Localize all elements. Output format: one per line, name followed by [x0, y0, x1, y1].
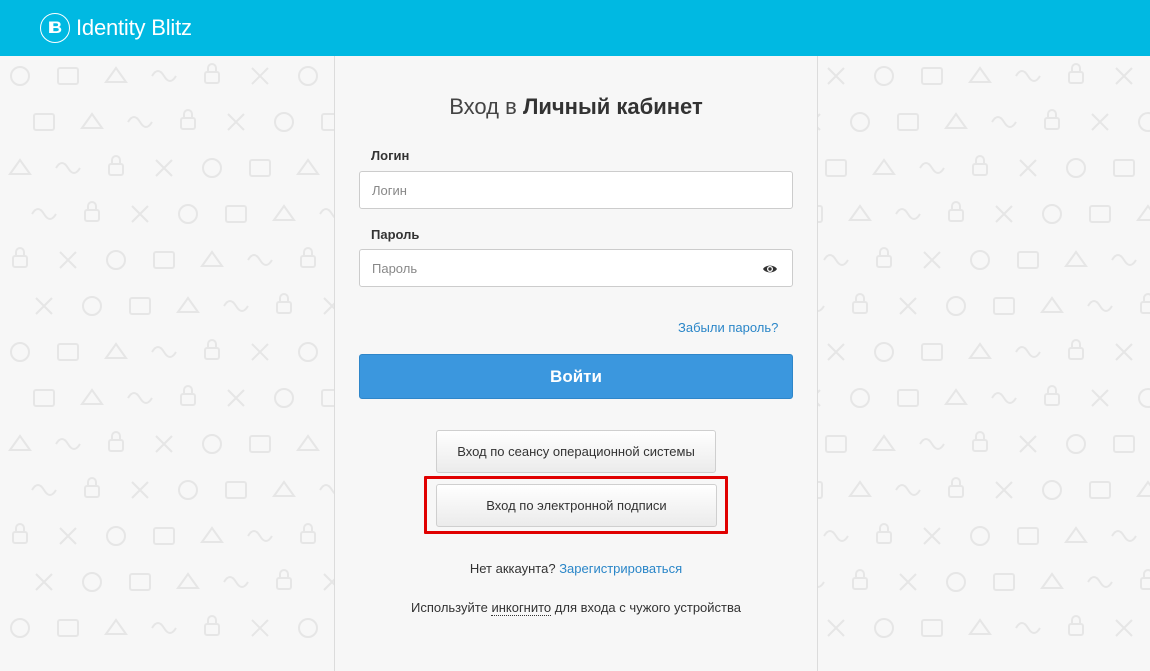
- top-header: IB Identity Blitz: [0, 0, 1150, 56]
- signature-login-button[interactable]: Вход по электронной подписи: [436, 484, 717, 527]
- no-account-text: Нет аккаунта?: [469, 561, 556, 576]
- password-input[interactable]: Пароль: [359, 249, 793, 287]
- incognito-link[interactable]: инкогнито: [491, 600, 552, 616]
- incognito-prefix: Используйте: [411, 600, 488, 615]
- forgot-password-link[interactable]: Забыли пароль?: [678, 320, 778, 335]
- eye-icon[interactable]: [762, 261, 778, 277]
- os-session-login-button[interactable]: Вход по сеансу операционной системы: [436, 430, 716, 473]
- login-input[interactable]: Логин: [359, 171, 793, 209]
- incognito-line: Используйте инкогнито для входа с чужого…: [334, 600, 818, 616]
- logo-text: Identity Blitz: [76, 15, 192, 40]
- page-title: Вход в Личный кабинет: [334, 94, 818, 120]
- register-line: Нет аккаунта? Зарегистрироваться: [334, 561, 818, 576]
- login-label: Логин: [371, 148, 410, 163]
- password-label: Пароль: [371, 227, 420, 242]
- incognito-suffix: для входа с чужого устройства: [554, 600, 741, 615]
- password-placeholder: Пароль: [372, 260, 418, 276]
- login-placeholder: Логин: [372, 182, 407, 198]
- title-bold: Личный кабинет: [522, 94, 703, 119]
- logo[interactable]: IB Identity Blitz: [40, 13, 192, 43]
- title-prefix: Вход в: [449, 94, 517, 119]
- login-button[interactable]: Войти: [359, 354, 793, 399]
- logo-icon: IB: [40, 13, 70, 43]
- register-link[interactable]: Зарегистрироваться: [559, 561, 682, 576]
